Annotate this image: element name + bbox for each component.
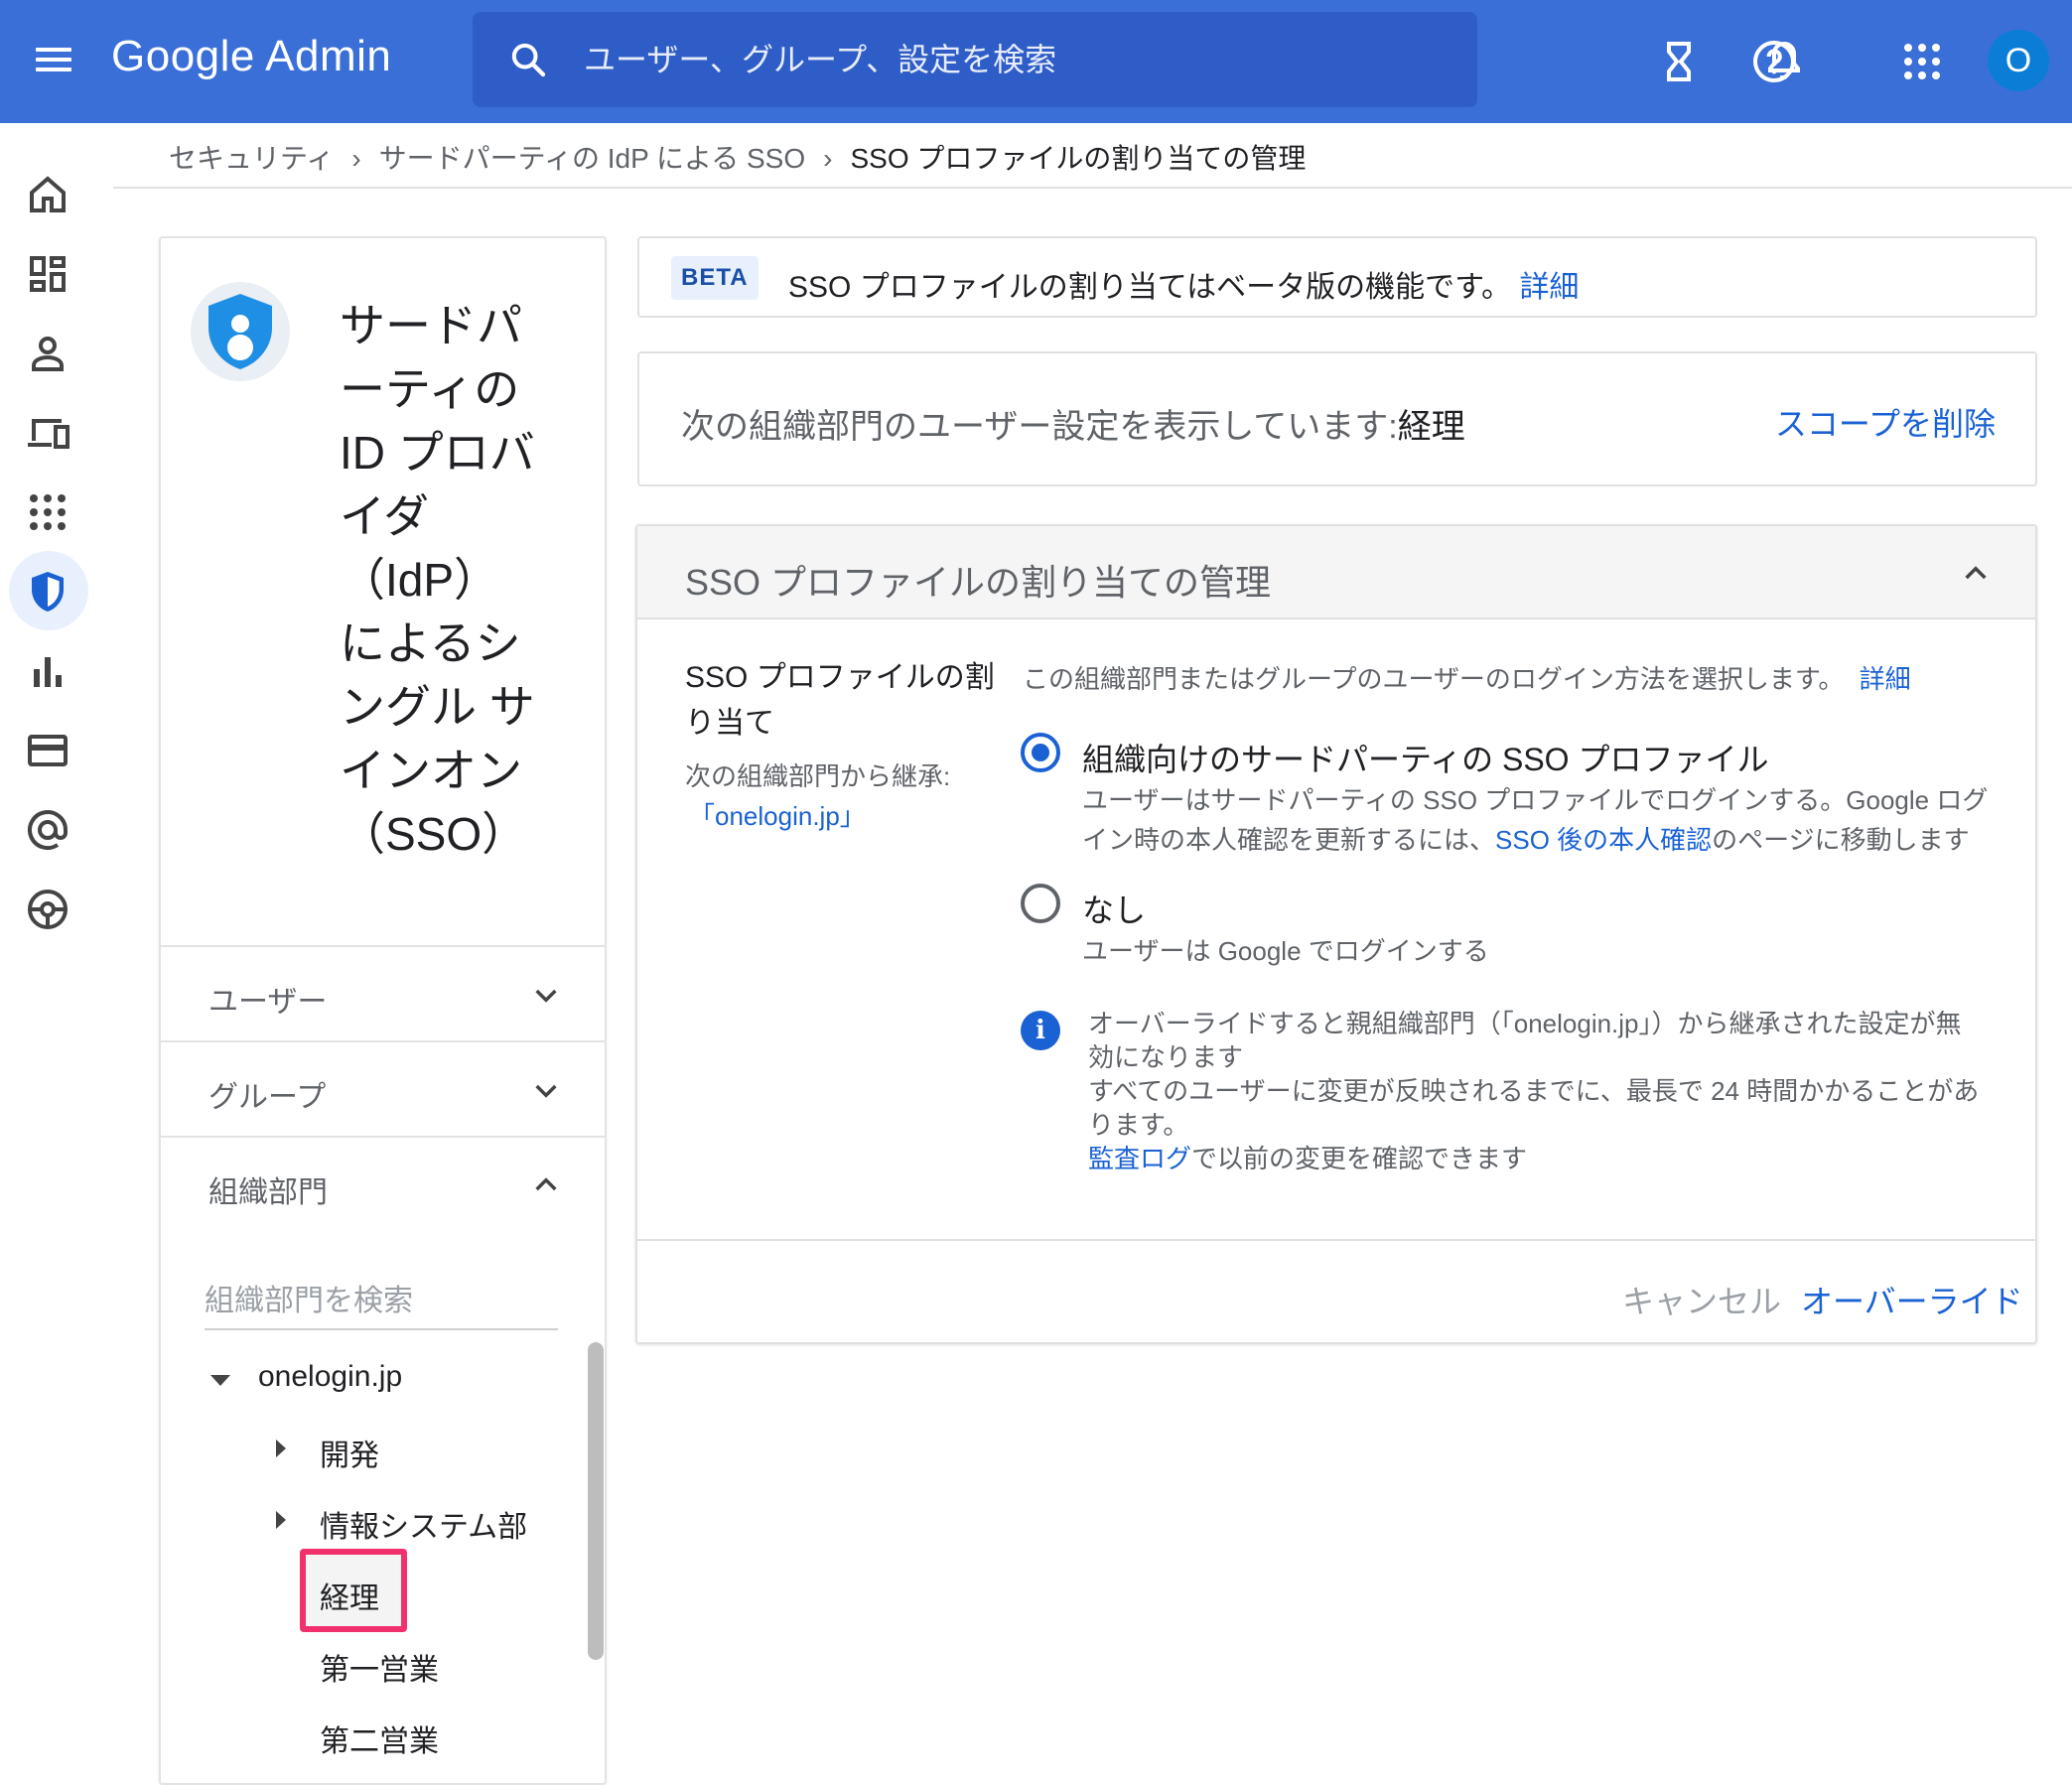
beta-text: SSO プロファイルの割り当てはベータ版の機能です。 詳細: [788, 271, 1580, 304]
card-footer-divider: [637, 1239, 2035, 1241]
override-info: オーバーライドすると親組織部門（「onelogin.jp」）から継承された設定が…: [1088, 1009, 1980, 1173]
cancel-button[interactable]: キャンセル: [1622, 1277, 1781, 1322]
scope-text: 次の組織部門のユーザー設定を表示しています:経理: [681, 408, 1465, 446]
audit-log-link[interactable]: 監査ログ: [1088, 1144, 1191, 1173]
option-none-title[interactable]: なし: [1082, 886, 1146, 931]
sso-assignment-card: SSO プロファイルの割り当ての管理 SSO プロファイルの割り当て 次の組織部…: [635, 524, 2037, 1344]
inherit-label: 次の組織部門から継承:: [685, 761, 951, 791]
tree-item-sales-2[interactable]: 第二営業: [320, 1716, 439, 1760]
search-bar[interactable]: [473, 12, 1477, 107]
section-groups-label: グループ: [208, 1081, 327, 1114]
breadcrumb-item-idp-sso[interactable]: サードパーティの IdP による SSO: [379, 143, 805, 174]
setting-label: SSO プロファイルの割り当て: [685, 661, 995, 740]
help-icon[interactable]: [1750, 38, 1798, 85]
tree-item-accounting[interactable]: 経理: [320, 1574, 379, 1617]
section-users[interactable]: ユーザー: [161, 945, 605, 1040]
chevron-down-icon[interactable]: [530, 979, 562, 1011]
domain-at-icon[interactable]: [24, 806, 71, 854]
panel-title: サードパ ーティの ID プロバ イダ （IdP） によるシ ングル サ インオ…: [340, 300, 535, 860]
override-button[interactable]: オーバーライド: [1801, 1277, 2023, 1322]
card-title: SSO プロファイルの割り当ての管理: [685, 562, 1272, 603]
search-input[interactable]: [584, 36, 1438, 83]
remove-scope-link[interactable]: スコープを削除: [1775, 399, 1996, 445]
tree-item-it[interactable]: 情報システム部: [320, 1502, 527, 1546]
section-org-units[interactable]: 組織部門: [161, 1136, 605, 1231]
security-shield-icon[interactable]: [24, 568, 71, 616]
support-icon[interactable]: [24, 886, 71, 933]
home-icon[interactable]: [24, 171, 71, 218]
settings-scope-panel: サードパ ーティの ID プロバ イダ （IdP） によるシ ングル サ インオ…: [159, 236, 607, 1785]
shield-user-icon: [191, 282, 290, 381]
dashboard-icon[interactable]: [24, 250, 71, 298]
breadcrumb-item-current: SSO プロファイルの割り当ての管理: [850, 143, 1307, 174]
reports-icon[interactable]: [24, 647, 71, 695]
inherit-org-link[interactable]: 「onelogin.jp」: [689, 796, 866, 833]
option-third-party-sso-desc: ユーザーはサードパーティの SSO プロファイルでログインする。Google ロ…: [1082, 785, 1989, 855]
expand-triangle-icon[interactable]: [210, 1375, 230, 1386]
apps-grid-icon[interactable]: [1898, 38, 1946, 85]
breadcrumb: セキュリティ › サードパーティの IdP による SSO › SSO プロファイルの割…: [169, 137, 1306, 177]
section-groups[interactable]: グループ: [161, 1040, 605, 1136]
app-logo[interactable]: Google Admin: [111, 32, 391, 81]
description-details-link[interactable]: 詳細: [1860, 664, 1911, 694]
breadcrumb-divider: [113, 187, 2072, 189]
card-header[interactable]: SSO プロファイルの割り当ての管理: [637, 526, 2035, 619]
radio-third-party-sso[interactable]: [1021, 733, 1060, 772]
chevron-up-icon[interactable]: [530, 1169, 562, 1201]
chevron-up-icon[interactable]: [1960, 558, 1992, 590]
radio-none[interactable]: [1021, 884, 1060, 923]
collapse-triangle-icon[interactable]: [276, 1440, 286, 1457]
devices-icon[interactable]: [24, 409, 71, 457]
org-unit-search-input[interactable]: [205, 1275, 558, 1330]
chevron-right-icon: ›: [351, 143, 361, 174]
account-avatar[interactable]: O: [1988, 30, 2049, 91]
chevron-right-icon: ›: [823, 143, 833, 174]
section-org-units-label: 組織部門: [208, 1176, 328, 1209]
post-sso-verification-link[interactable]: SSO 後の本人確認: [1495, 825, 1712, 855]
chevron-down-icon[interactable]: [530, 1074, 562, 1106]
billing-icon[interactable]: [24, 727, 71, 774]
beta-details-link[interactable]: 詳細: [1519, 271, 1579, 304]
beta-notice: BETA SSO プロファイルの割り当てはベータ版の機能です。 詳細: [637, 236, 2037, 318]
tree-item-sales-1[interactable]: 第一営業: [320, 1645, 439, 1689]
section-users-label: ユーザー: [208, 986, 328, 1019]
scope-banner: 次の組織部門のユーザー設定を表示しています:経理 スコープを削除: [637, 351, 2037, 486]
option-none-desc: ユーザーは Google でログインする: [1082, 936, 1489, 966]
top-bar: Google Admin O: [0, 0, 2072, 123]
tree-item-root[interactable]: onelogin.jp: [258, 1360, 402, 1394]
info-icon: i: [1021, 1011, 1060, 1050]
user-icon[interactable]: [24, 330, 71, 377]
scope-value: 経理: [1397, 408, 1465, 446]
search-icon[interactable]: [508, 40, 548, 79]
tree-item-dev[interactable]: 開発: [320, 1431, 379, 1474]
beta-badge: BETA: [671, 256, 759, 300]
option-third-party-sso-title[interactable]: 組織向けのサードパーティの SSO プロファイル: [1082, 735, 1768, 780]
collapse-triangle-icon[interactable]: [276, 1511, 286, 1529]
apps-icon[interactable]: [24, 488, 71, 536]
hourglass-tasks-icon[interactable]: [1655, 38, 1703, 85]
breadcrumb-item-security[interactable]: セキュリティ: [169, 143, 334, 174]
main-menu-icon[interactable]: [36, 42, 75, 81]
setting-description: この組織部門またはグループのユーザーのログイン方法を選択します。 詳細: [1023, 664, 1911, 694]
tree-scrollbar[interactable]: [588, 1342, 604, 1660]
